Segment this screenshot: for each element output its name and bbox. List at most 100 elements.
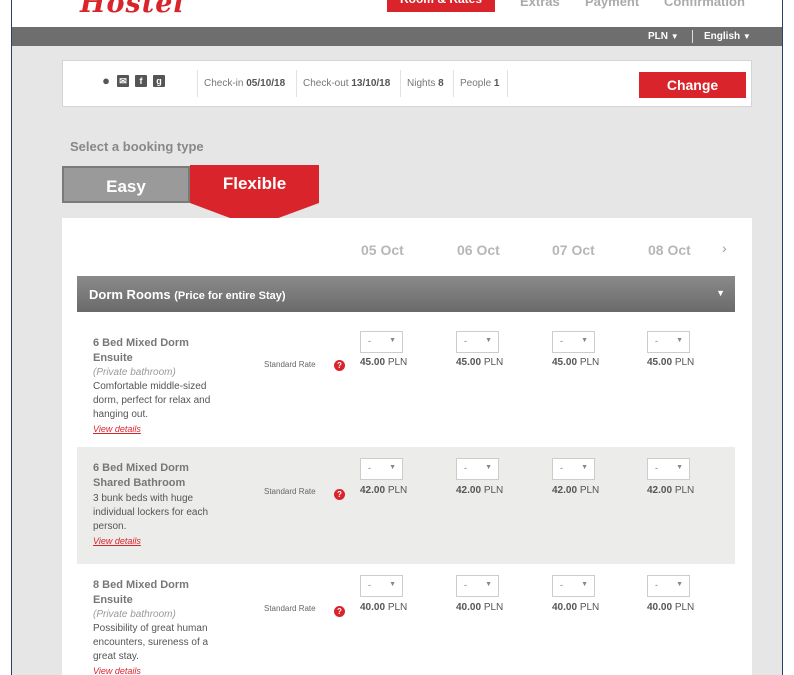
tab-easy[interactable]: Easy (62, 166, 190, 203)
email-icon[interactable]: ✉ (117, 75, 129, 87)
step-extras[interactable]: Extras (520, 0, 560, 9)
select-value: - (655, 463, 658, 473)
select-value: - (368, 463, 371, 473)
caret-down-icon: ▼ (742, 32, 751, 41)
price-value: 42.00 (360, 485, 386, 496)
people-info: People 1 (453, 70, 509, 97)
price: 40.00 PLN (360, 602, 407, 613)
select-value: - (464, 463, 467, 473)
quantity-select[interactable]: - ▼ (552, 331, 595, 353)
price-value: 45.00 (552, 357, 578, 368)
price-value: 45.00 (647, 357, 673, 368)
price: 42.00 PLN (456, 485, 503, 496)
price-value: 45.00 (360, 357, 386, 368)
help-icon[interactable]: ? (334, 360, 345, 371)
checkout-value: 13/10/18 (351, 78, 391, 89)
booking-type-label: Select a booking type (70, 139, 204, 154)
tab-flexible[interactable]: Flexible (190, 165, 319, 203)
price-currency: PLN (674, 602, 695, 613)
view-details-link[interactable]: View details (93, 536, 141, 546)
checkin-label: Check-in (204, 78, 244, 89)
view-details-link[interactable]: View details (93, 424, 141, 434)
facebook-icon[interactable]: f (135, 75, 147, 87)
price-currency: PLN (579, 602, 600, 613)
room-description: (Private bathroom) Comfortable middle-si… (93, 366, 233, 437)
nights-value: 8 (438, 78, 444, 89)
date-header: 07 Oct (552, 242, 595, 258)
step-room-rates[interactable]: Room & Rates (387, 0, 495, 12)
price-currency: PLN (387, 485, 408, 496)
chevron-down-icon: ▼ (485, 337, 492, 344)
price-value: 40.00 (647, 602, 673, 613)
price: 45.00 PLN (456, 357, 503, 368)
price-value: 42.00 (552, 485, 578, 496)
room-description: 3 bunk beds with huge individual lockers… (93, 492, 233, 549)
quantity-select[interactable]: - ▼ (360, 575, 403, 597)
quantity-select[interactable]: - ▼ (647, 575, 690, 597)
price-value: 40.00 (552, 602, 578, 613)
chevron-down-icon: ▼ (389, 581, 396, 588)
section-subtitle: (Price for entire Stay) (174, 290, 286, 302)
price-currency: PLN (674, 485, 695, 496)
help-icon[interactable]: ? (334, 489, 345, 500)
chevron-down-icon: ▼ (485, 464, 492, 471)
divider (692, 30, 693, 43)
rate-label: Standard Rate (264, 487, 316, 496)
price: 42.00 PLN (647, 485, 694, 496)
price-value: 40.00 (456, 602, 482, 613)
contact-icons: ● ✉ f g (101, 74, 165, 87)
room-row: 6 Bed Mixed Dorm Shared Bathroom 3 bunk … (77, 447, 735, 564)
price: 45.00 PLN (647, 357, 694, 368)
chevron-down-icon: ▼ (676, 464, 683, 471)
language-selector[interactable]: English ▼ (704, 31, 751, 42)
room-row: 8 Bed Mixed Dorm Ensuite (Private bathro… (77, 564, 735, 675)
price-currency: PLN (483, 357, 504, 368)
rate-label: Standard Rate (264, 604, 316, 613)
price: 40.00 PLN (552, 602, 599, 613)
nights-label: Nights (407, 78, 436, 89)
room-name: 6 Bed Mixed Dorm Ensuite (93, 337, 189, 364)
chevron-down-icon: ▼ (581, 581, 588, 588)
price-value: 45.00 (456, 357, 482, 368)
price-value: 42.00 (647, 485, 673, 496)
select-value: - (368, 580, 371, 590)
step-confirmation[interactable]: Confirmation (664, 0, 745, 9)
quantity-select[interactable]: - ▼ (456, 575, 499, 597)
room-description-text: Comfortable middle-sized dorm, perfect f… (93, 381, 211, 420)
quantity-select[interactable]: - ▼ (552, 458, 595, 480)
location-pin-icon[interactable]: ● (101, 74, 111, 87)
quantity-select[interactable]: - ▼ (456, 458, 499, 480)
select-value: - (560, 463, 563, 473)
change-button[interactable]: Change (639, 72, 746, 98)
settings-bar: PLN ▼ English ▼ (12, 27, 782, 46)
price: 42.00 PLN (552, 485, 599, 496)
help-icon[interactable]: ? (334, 606, 345, 617)
logo: Hostel (80, 0, 185, 19)
price: 45.00 PLN (552, 357, 599, 368)
quantity-select[interactable]: - ▼ (552, 575, 595, 597)
currency-selector[interactable]: PLN ▼ (648, 31, 679, 42)
chevron-down-icon: ▼ (581, 464, 588, 471)
quantity-select[interactable]: - ▼ (647, 458, 690, 480)
quantity-select[interactable]: - ▼ (360, 458, 403, 480)
people-label: People (460, 78, 492, 89)
select-value: - (655, 580, 658, 590)
price-currency: PLN (579, 485, 600, 496)
checkout-label: Check-out (303, 78, 349, 89)
select-value: - (560, 336, 563, 346)
google-plus-icon[interactable]: g (153, 75, 165, 87)
view-details-link[interactable]: View details (93, 666, 141, 675)
quantity-select[interactable]: - ▼ (647, 331, 690, 353)
language-label: English (704, 31, 741, 42)
dorm-rooms-section-header[interactable]: Dorm Rooms (Price for entire Stay) ▼ (77, 276, 735, 312)
next-dates-arrow-icon[interactable]: › (722, 240, 727, 256)
chevron-down-icon: ▼ (676, 337, 683, 344)
collapse-caret-icon[interactable]: ▼ (716, 288, 725, 298)
quantity-select[interactable]: - ▼ (360, 331, 403, 353)
currency-label: PLN (648, 31, 668, 42)
step-payment[interactable]: Payment (585, 0, 639, 9)
header: Hostel Room & Rates Extras Payment Confi… (12, 0, 782, 27)
quantity-select[interactable]: - ▼ (456, 331, 499, 353)
caret-down-icon: ▼ (670, 32, 679, 41)
rates-panel: 05 Oct 06 Oct 07 Oct 08 Oct › Dorm Rooms… (62, 218, 752, 675)
